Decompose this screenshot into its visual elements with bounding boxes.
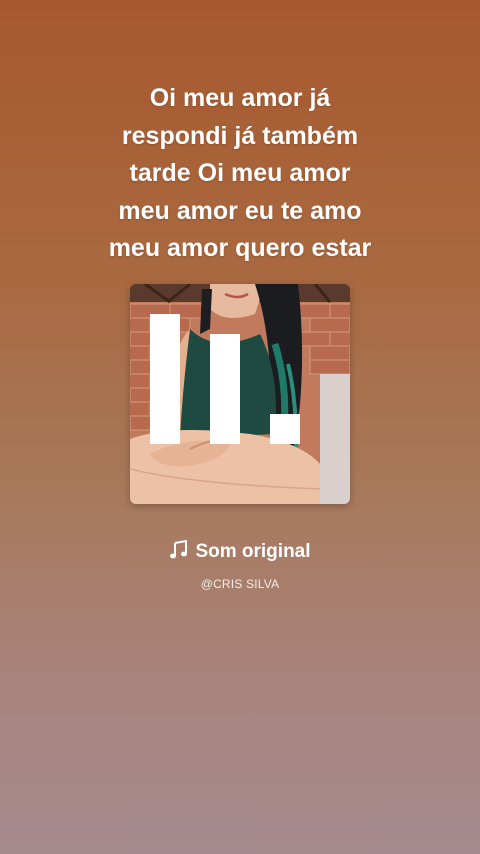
sound-title-label: Som original	[195, 541, 311, 562]
lyric-line: meu amor quero estar	[108, 234, 372, 262]
music-note-icon	[170, 540, 188, 559]
sound-author[interactable]: @CRIS SILVA	[0, 577, 480, 591]
lyric-line: Oi meu amor já	[149, 84, 331, 112]
sound-cover-image[interactable]	[130, 284, 350, 504]
app-logo-icon	[150, 314, 300, 444]
lyric-line: respondi já também	[121, 121, 359, 150]
lyric-line: meu amor eu te amo	[118, 196, 362, 225]
lyric-line: tarde Oi meu amor	[129, 159, 351, 187]
lyrics-text: Oi meu amor já respondi já também tarde …	[40, 80, 440, 268]
sound-title[interactable]: Som original	[0, 538, 480, 566]
